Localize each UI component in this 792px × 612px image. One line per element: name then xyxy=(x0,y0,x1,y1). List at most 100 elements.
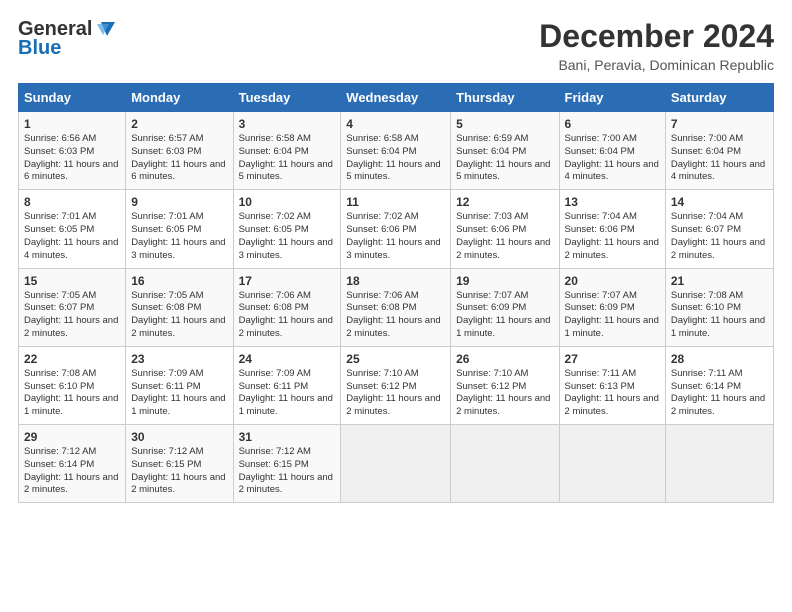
calendar-cell: 1Sunrise: 6:56 AMSunset: 6:03 PMDaylight… xyxy=(19,112,126,190)
day-info: Sunrise: 6:59 AMSunset: 6:04 PMDaylight:… xyxy=(456,133,553,184)
calendar-cell: 16 Sunrise: 7:05 AMSunset: 6:08 PMDayligh… xyxy=(126,268,233,346)
calendar-header-monday: Monday xyxy=(126,84,233,112)
calendar-cell xyxy=(341,425,451,503)
day-number: 5 xyxy=(456,117,553,131)
logo-icon xyxy=(93,20,115,38)
calendar-week-row: 8 Sunrise: 7:01 AMSunset: 6:05 PMDaylight… xyxy=(19,190,774,268)
day-number: 26 xyxy=(456,352,553,366)
calendar-cell: 28 Sunrise: 7:11 AMSunset: 6:14 PMDayligh… xyxy=(665,346,773,424)
day-info: Sunrise: 7:04 AMSunset: 6:06 PMDaylight:… xyxy=(565,211,660,262)
calendar-cell: 29 Sunrise: 7:12 AMSunset: 6:14 PMDayligh… xyxy=(19,425,126,503)
day-info: Sunrise: 7:06 AMSunset: 6:08 PMDaylight:… xyxy=(239,290,336,341)
day-info: Sunrise: 7:05 AMSunset: 6:08 PMDaylight:… xyxy=(131,290,227,341)
day-info: Sunrise: 7:07 AMSunset: 6:09 PMDaylight:… xyxy=(565,290,660,341)
calendar-cell: 3Sunrise: 6:58 AMSunset: 6:04 PMDaylight… xyxy=(233,112,341,190)
day-number: 29 xyxy=(24,430,120,444)
calendar-cell: 31 Sunrise: 7:12 AMSunset: 6:15 PMDayligh… xyxy=(233,425,341,503)
day-info: Sunrise: 7:09 AMSunset: 6:11 PMDaylight:… xyxy=(131,368,227,419)
calendar-cell: 11 Sunrise: 7:02 AMSunset: 6:06 PMDayligh… xyxy=(341,190,451,268)
calendar-header-row: SundayMondayTuesdayWednesdayThursdayFrid… xyxy=(19,84,774,112)
logo-blue: Blue xyxy=(18,37,61,60)
day-number: 13 xyxy=(565,195,660,209)
calendar-header-wednesday: Wednesday xyxy=(341,84,451,112)
calendar-cell: 26 Sunrise: 7:10 AMSunset: 6:12 PMDayligh… xyxy=(451,346,559,424)
calendar-cell: 25 Sunrise: 7:10 AMSunset: 6:12 PMDayligh… xyxy=(341,346,451,424)
day-info: Sunrise: 7:10 AMSunset: 6:12 PMDaylight:… xyxy=(346,368,445,419)
calendar-cell: 19Sunrise: 7:07 AMSunset: 6:09 PMDayligh… xyxy=(451,268,559,346)
day-info: Sunrise: 6:57 AMSunset: 6:03 PMDaylight:… xyxy=(131,133,227,184)
day-info: Sunrise: 7:12 AMSunset: 6:15 PMDaylight:… xyxy=(239,446,336,497)
day-number: 23 xyxy=(131,352,227,366)
calendar-cell xyxy=(665,425,773,503)
day-info: Sunrise: 7:09 AMSunset: 6:11 PMDaylight:… xyxy=(239,368,336,419)
day-number: 9 xyxy=(131,195,227,209)
day-info: Sunrise: 7:12 AMSunset: 6:15 PMDaylight:… xyxy=(131,446,227,497)
day-info: Sunrise: 7:05 AMSunset: 6:07 PMDaylight:… xyxy=(24,290,120,341)
day-info: Sunrise: 7:08 AMSunset: 6:10 PMDaylight:… xyxy=(671,290,768,341)
day-number: 4 xyxy=(346,117,445,131)
day-number: 11 xyxy=(346,195,445,209)
day-number: 21 xyxy=(671,274,768,288)
day-number: 2 xyxy=(131,117,227,131)
calendar-week-row: 15Sunrise: 7:05 AMSunset: 6:07 PMDayligh… xyxy=(19,268,774,346)
day-info: Sunrise: 7:12 AMSunset: 6:14 PMDaylight:… xyxy=(24,446,120,497)
calendar-cell xyxy=(451,425,559,503)
day-info: Sunrise: 7:01 AMSunset: 6:05 PMDaylight:… xyxy=(131,211,227,262)
day-info: Sunrise: 7:11 AMSunset: 6:14 PMDaylight:… xyxy=(671,368,768,419)
calendar-cell: 12 Sunrise: 7:03 AMSunset: 6:06 PMDayligh… xyxy=(451,190,559,268)
day-info: Sunrise: 6:58 AMSunset: 6:04 PMDaylight:… xyxy=(239,133,336,184)
day-info: Sunrise: 7:01 AMSunset: 6:05 PMDaylight:… xyxy=(24,211,120,262)
day-number: 18 xyxy=(346,274,445,288)
calendar-header-tuesday: Tuesday xyxy=(233,84,341,112)
day-number: 30 xyxy=(131,430,227,444)
calendar-cell: 15Sunrise: 7:05 AMSunset: 6:07 PMDayligh… xyxy=(19,268,126,346)
day-number: 31 xyxy=(239,430,336,444)
day-info: Sunrise: 6:56 AMSunset: 6:03 PMDaylight:… xyxy=(24,133,120,184)
day-number: 8 xyxy=(24,195,120,209)
day-info: Sunrise: 7:10 AMSunset: 6:12 PMDaylight:… xyxy=(456,368,553,419)
day-number: 10 xyxy=(239,195,336,209)
day-info: Sunrise: 6:58 AMSunset: 6:04 PMDaylight:… xyxy=(346,133,445,184)
day-info: Sunrise: 7:08 AMSunset: 6:10 PMDaylight:… xyxy=(24,368,120,419)
day-number: 16 xyxy=(131,274,227,288)
calendar-cell: 18 Sunrise: 7:06 AMSunset: 6:08 PMDayligh… xyxy=(341,268,451,346)
day-info: Sunrise: 7:11 AMSunset: 6:13 PMDaylight:… xyxy=(565,368,660,419)
calendar-header-saturday: Saturday xyxy=(665,84,773,112)
calendar-week-row: 29 Sunrise: 7:12 AMSunset: 6:14 PMDayligh… xyxy=(19,425,774,503)
month-title: December 2024 xyxy=(539,18,774,55)
calendar-header-thursday: Thursday xyxy=(451,84,559,112)
header: General Blue December 2024 Bani, Peravia… xyxy=(18,18,774,73)
day-number: 12 xyxy=(456,195,553,209)
day-info: Sunrise: 7:03 AMSunset: 6:06 PMDaylight:… xyxy=(456,211,553,262)
calendar-cell: 7Sunrise: 7:00 AMSunset: 6:04 PMDaylight… xyxy=(665,112,773,190)
day-number: 14 xyxy=(671,195,768,209)
calendar-cell: 2 Sunrise: 6:57 AMSunset: 6:03 PMDaylight… xyxy=(126,112,233,190)
day-number: 25 xyxy=(346,352,445,366)
calendar-cell: 10Sunrise: 7:02 AMSunset: 6:05 PMDayligh… xyxy=(233,190,341,268)
day-info: Sunrise: 7:02 AMSunset: 6:06 PMDaylight:… xyxy=(346,211,445,262)
day-info: Sunrise: 7:04 AMSunset: 6:07 PMDaylight:… xyxy=(671,211,768,262)
calendar-cell: 17Sunrise: 7:06 AMSunset: 6:08 PMDayligh… xyxy=(233,268,341,346)
calendar-table: SundayMondayTuesdayWednesdayThursdayFrid… xyxy=(18,83,774,503)
calendar-cell: 13 Sunrise: 7:04 AMSunset: 6:06 PMDayligh… xyxy=(559,190,665,268)
day-info: Sunrise: 7:00 AMSunset: 6:04 PMDaylight:… xyxy=(671,133,768,184)
location: Bani, Peravia, Dominican Republic xyxy=(539,57,774,73)
day-number: 6 xyxy=(565,117,660,131)
day-number: 28 xyxy=(671,352,768,366)
day-number: 27 xyxy=(565,352,660,366)
calendar-cell: 4 Sunrise: 6:58 AMSunset: 6:04 PMDaylight… xyxy=(341,112,451,190)
day-info: Sunrise: 7:00 AMSunset: 6:04 PMDaylight:… xyxy=(565,133,660,184)
calendar-cell: 14 Sunrise: 7:04 AMSunset: 6:07 PMDayligh… xyxy=(665,190,773,268)
calendar-week-row: 22 Sunrise: 7:08 AMSunset: 6:10 PMDayligh… xyxy=(19,346,774,424)
day-number: 24 xyxy=(239,352,336,366)
page: General Blue December 2024 Bani, Peravia… xyxy=(0,0,792,612)
day-info: Sunrise: 7:06 AMSunset: 6:08 PMDaylight:… xyxy=(346,290,445,341)
calendar-header-friday: Friday xyxy=(559,84,665,112)
calendar-header-sunday: Sunday xyxy=(19,84,126,112)
calendar-cell: 5 Sunrise: 6:59 AMSunset: 6:04 PMDaylight… xyxy=(451,112,559,190)
calendar-cell: 27 Sunrise: 7:11 AMSunset: 6:13 PMDayligh… xyxy=(559,346,665,424)
calendar-cell: 22 Sunrise: 7:08 AMSunset: 6:10 PMDayligh… xyxy=(19,346,126,424)
logo: General Blue xyxy=(18,18,115,60)
day-number: 22 xyxy=(24,352,120,366)
calendar-cell: 8 Sunrise: 7:01 AMSunset: 6:05 PMDaylight… xyxy=(19,190,126,268)
